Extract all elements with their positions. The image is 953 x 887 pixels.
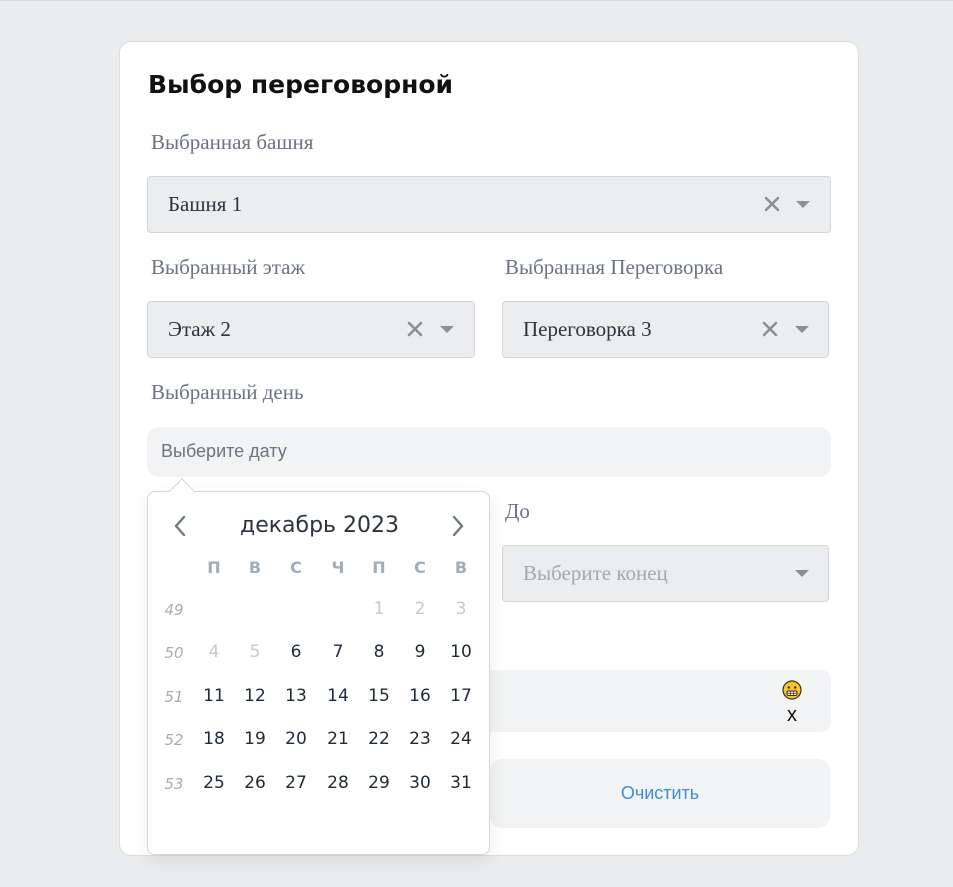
calendar-day[interactable]: 29 xyxy=(363,773,395,793)
calendar-day[interactable]: 8 xyxy=(363,642,395,662)
chevron-down-icon[interactable] xyxy=(440,326,454,333)
calendar-day[interactable]: 18 xyxy=(198,729,230,749)
card-title: Выбор переговорной xyxy=(148,70,454,99)
calendar-day[interactable]: 27 xyxy=(280,773,312,793)
calendar-day[interactable]: 5 xyxy=(239,642,271,662)
chevron-down-icon[interactable] xyxy=(795,570,809,577)
calendar-day[interactable]: 24 xyxy=(445,729,477,749)
room-label: Выбранная Переговорка xyxy=(505,255,724,279)
date-input-placeholder: Выберите дату xyxy=(161,441,287,461)
chevron-down-icon[interactable] xyxy=(795,326,809,333)
tower-select-value: Башня 1 xyxy=(168,192,243,216)
end-time-placeholder: Выберите конец xyxy=(523,561,668,585)
grimacing-face-icon[interactable] xyxy=(782,680,802,700)
calendar-day[interactable]: 2 xyxy=(404,599,436,619)
calendar-day[interactable]: 11 xyxy=(198,686,230,706)
calendar-day[interactable]: 26 xyxy=(239,773,271,793)
calendar-day[interactable]: 22 xyxy=(363,729,395,749)
weekday-header: С xyxy=(414,558,426,577)
weekday-header: С xyxy=(290,558,302,577)
calendar-day[interactable]: 4 xyxy=(198,642,230,662)
calendar-day[interactable]: 14 xyxy=(322,686,354,706)
emoji-field[interactable]: x xyxy=(450,670,831,732)
calendar-day[interactable]: 6 xyxy=(280,642,312,662)
calendar-day[interactable]: 1 xyxy=(363,599,395,619)
chevron-down-icon[interactable] xyxy=(796,201,810,208)
calendar-day[interactable]: 7 xyxy=(322,642,354,662)
end-time-select[interactable]: Выберите конец xyxy=(502,545,829,602)
weekday-header: П xyxy=(372,558,386,577)
calendar-day[interactable]: 30 xyxy=(404,773,436,793)
calendar-day[interactable]: 13 xyxy=(280,686,312,706)
weekday-header: В xyxy=(248,558,262,577)
calendar-day[interactable]: 17 xyxy=(445,686,477,706)
week-number: 49 xyxy=(164,601,184,619)
clear-icon[interactable] xyxy=(406,320,424,338)
room-select[interactable]: Переговорка 3 xyxy=(502,301,829,358)
calendar-day[interactable]: 19 xyxy=(239,729,271,749)
floor-select-value: Этаж 2 xyxy=(168,317,231,341)
calendar-day[interactable]: 15 xyxy=(363,686,395,706)
calendar-day[interactable]: 25 xyxy=(198,773,230,793)
calendar-grid: П В С Ч П С В 49 1 2 3 50 4 5 6 7 8 9 10 51 11 12 13 14 15 16 17 52… xyxy=(148,492,491,856)
floor-label: Выбранный этаж xyxy=(151,255,305,279)
calendar-day[interactable]: 28 xyxy=(322,773,354,793)
calendar-day[interactable]: 31 xyxy=(445,773,477,793)
calendar-day[interactable]: 3 xyxy=(445,599,477,619)
calendar-day[interactable]: 20 xyxy=(280,729,312,749)
calendar-day[interactable]: 12 xyxy=(239,686,271,706)
date-input[interactable]: Выберите дату xyxy=(147,427,831,477)
weekday-header: В xyxy=(454,558,468,577)
weekday-header: П xyxy=(207,558,221,577)
emoji-remove-label[interactable]: x xyxy=(787,704,797,727)
week-number: 52 xyxy=(164,731,184,749)
clear-icon[interactable] xyxy=(763,195,781,213)
floor-select[interactable]: Этаж 2 xyxy=(147,301,475,358)
room-select-value: Переговорка 3 xyxy=(523,317,652,341)
end-label: До xyxy=(505,499,530,523)
week-number: 50 xyxy=(164,644,184,662)
week-number: 51 xyxy=(164,688,184,706)
calendar-day[interactable]: 21 xyxy=(322,729,354,749)
weekday-header: Ч xyxy=(331,558,345,577)
tower-select[interactable]: Башня 1 xyxy=(147,176,831,233)
tower-label: Выбранная башня xyxy=(151,130,314,154)
date-picker-calendar: декабрь 2023 П В С Ч П С В 49 1 2 3 50 4 5 6 7 8 9 10 51 11 1… xyxy=(147,478,491,856)
day-label: Выбранный день xyxy=(151,380,304,404)
calendar-day[interactable]: 23 xyxy=(404,729,436,749)
clear-icon[interactable] xyxy=(761,320,779,338)
calendar-day[interactable]: 9 xyxy=(404,642,436,662)
week-number: 53 xyxy=(164,775,184,793)
calendar-day[interactable]: 16 xyxy=(404,686,436,706)
calendar-day[interactable]: 10 xyxy=(445,642,477,662)
clear-button[interactable]: Очистить xyxy=(490,759,830,828)
